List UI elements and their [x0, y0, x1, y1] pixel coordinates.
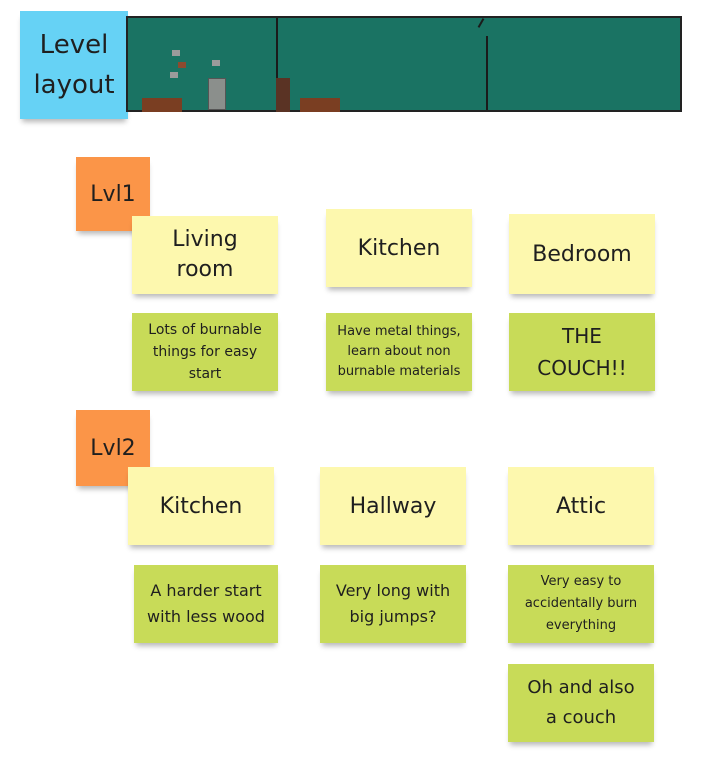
detail-text: Oh and also a couch [527, 677, 635, 728]
detail-text: Lots of burnable things for easy start [148, 322, 262, 382]
level-2-label: Lvl2 [90, 435, 136, 461]
level-layout-note[interactable]: Level layout [20, 11, 128, 119]
detail-note-kitchen-2[interactable]: A harder start with less wood [134, 565, 278, 643]
room-name: Kitchen [159, 493, 243, 519]
detail-text: Very easy to accidentally burn everythin… [524, 574, 638, 633]
shelf-item [212, 60, 220, 66]
couch-shape [300, 98, 340, 112]
detail-text: Have metal things, learn about non burna… [337, 324, 461, 379]
detail-note-bedroom[interactable]: THE COUCH!! [509, 313, 655, 391]
detail-note-hallway[interactable]: Very long with big jumps? [320, 565, 466, 643]
fridge-shape [208, 78, 226, 110]
door-shape [276, 78, 290, 112]
level-preview-image [126, 16, 682, 112]
room-note-hallway[interactable]: Hallway [320, 467, 466, 545]
detail-text: A harder start with less wood [147, 581, 265, 626]
detail-text: Very long with big jumps? [335, 581, 451, 626]
room-name: Kitchen [357, 235, 441, 261]
room-note-living-room[interactable]: Living room [132, 216, 278, 294]
room-note-kitchen[interactable]: Kitchen [326, 209, 472, 287]
shelf-item [172, 50, 180, 56]
table-shape [142, 98, 182, 112]
room-name: Living room [172, 227, 238, 282]
shelf-item [178, 62, 186, 68]
detail-note-living-room[interactable]: Lots of burnable things for easy start [132, 313, 278, 391]
detail-note-kitchen[interactable]: Have metal things, learn about non burna… [326, 313, 472, 391]
level-layout-title: Level layout [33, 30, 115, 100]
room-note-kitchen-2[interactable]: Kitchen [128, 467, 274, 545]
shelf-item [170, 72, 178, 78]
room-name: Bedroom [532, 241, 632, 267]
room-note-bedroom[interactable]: Bedroom [509, 214, 655, 294]
extra-note-attic[interactable]: Oh and also a couch [508, 664, 654, 742]
room-name: Hallway [349, 493, 437, 519]
room-note-attic[interactable]: Attic [508, 467, 654, 545]
detail-text: THE COUCH!! [537, 324, 627, 380]
room-name: Attic [555, 493, 607, 519]
level-1-label: Lvl1 [90, 181, 136, 207]
detail-note-attic[interactable]: Very easy to accidentally burn everythin… [508, 565, 654, 643]
